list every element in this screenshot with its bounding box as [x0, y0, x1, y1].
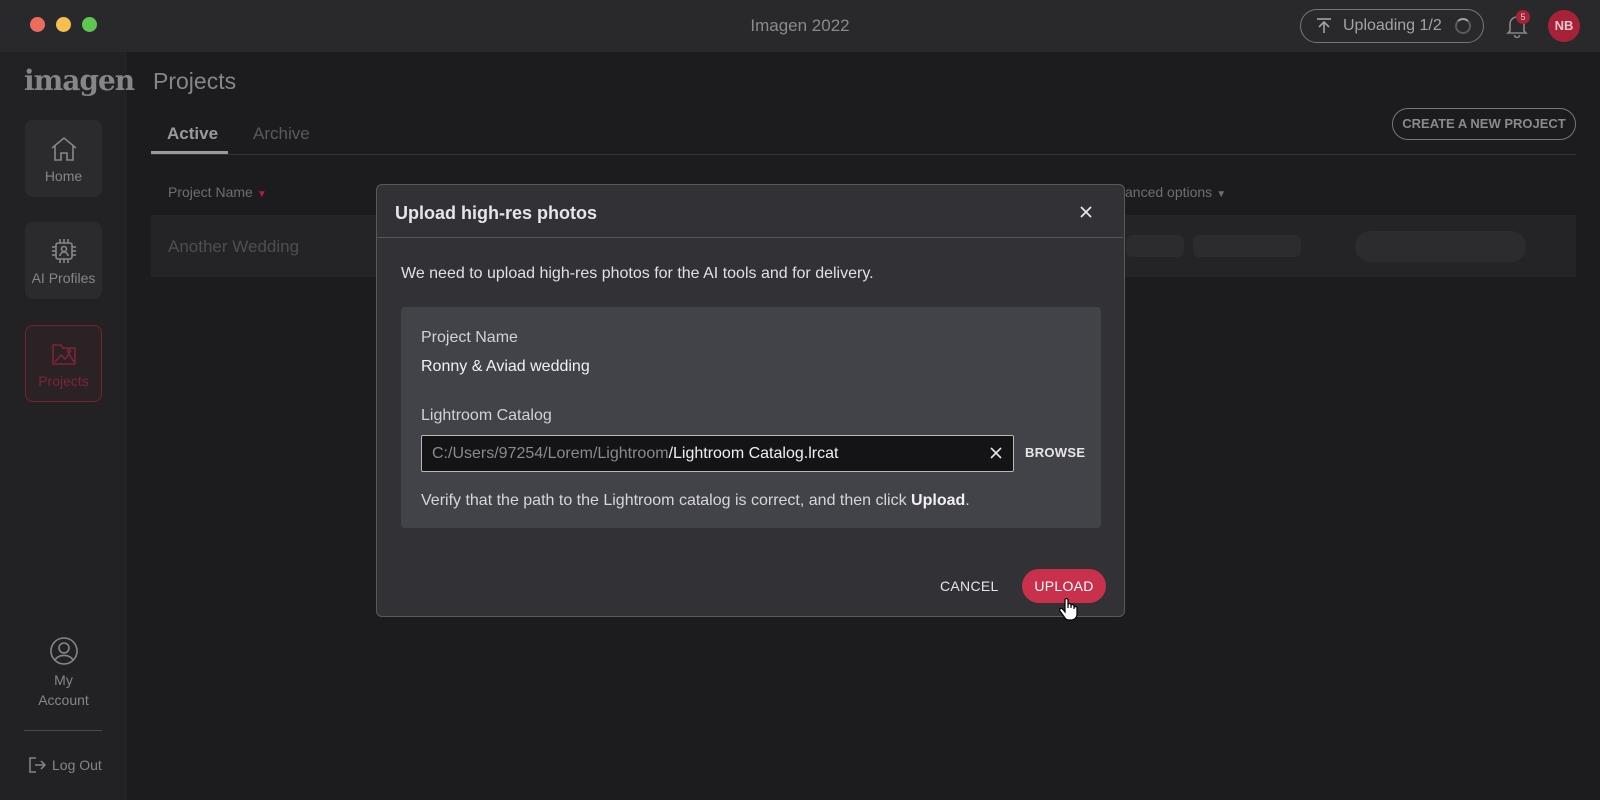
dialog-intro-text: We need to upload high-res photos for th…	[401, 265, 874, 282]
sidebar-item-label: Projects	[38, 372, 89, 389]
dialog-divider	[377, 237, 1123, 238]
upload-dialog: Upload high-res photos We need to upload…	[376, 184, 1125, 617]
column-header-project-name[interactable]: Project Name ▼	[168, 184, 267, 200]
placeholder-bar	[1193, 235, 1301, 257]
avatar[interactable]: NB	[1548, 10, 1580, 42]
sidebar-divider	[24, 730, 102, 731]
column-header-label: vanced options	[1118, 184, 1213, 200]
tabs-divider	[151, 154, 1576, 155]
hand-pointer-icon	[1059, 598, 1078, 621]
logout-icon	[29, 757, 46, 773]
project-name-cell: Another Wedding	[168, 237, 300, 256]
image-folder-icon	[51, 343, 76, 365]
account-label-line1: My	[54, 672, 73, 688]
home-icon	[50, 136, 77, 161]
cancel-button[interactable]: CANCEL	[940, 578, 999, 594]
catalog-path-directory: C:/Users/97254/Lorem/Lightroom	[432, 444, 669, 462]
logout-button[interactable]: Log Out	[28, 756, 102, 774]
column-header-advanced-options[interactable]: vanced options ▼	[1118, 184, 1226, 200]
verify-text: Verify that the path to the Lightroom ca…	[421, 492, 970, 510]
upload-arrow-icon	[1317, 18, 1331, 33]
sidebar-item-ai-profiles[interactable]: AI Profiles	[25, 222, 102, 299]
chip-icon	[51, 238, 76, 263]
close-icon[interactable]	[1077, 203, 1095, 221]
catalog-path-file: /Lightroom Catalog.lrcat	[668, 444, 839, 462]
catalog-path-input[interactable]: C:/Users/97254/Lorem/Lightroom/Lightroom…	[421, 435, 1014, 472]
spinner-icon	[1455, 18, 1471, 34]
browse-button[interactable]: BROWSE	[1025, 445, 1085, 460]
sidebar-item-label: Home	[44, 167, 83, 184]
catalog-label: Lightroom Catalog	[421, 407, 552, 424]
sidebar-item-projects[interactable]: Projects	[25, 325, 102, 402]
verify-text-suffix: .	[965, 492, 970, 509]
app-logo: imagen	[24, 64, 135, 97]
project-name-label: Project Name	[421, 329, 518, 346]
dropdown-caret-icon: ▼	[1216, 189, 1227, 200]
sidebar-item-label: AI Profiles	[31, 269, 96, 286]
create-project-button[interactable]: CREATE A NEW PROJECT	[1392, 108, 1576, 140]
verify-text-prefix: Verify that the path to the Lightroom ca…	[421, 492, 912, 509]
logout-label: Log Out	[52, 757, 102, 773]
placeholder-bar	[1126, 235, 1184, 257]
account-label-line2: Account	[38, 692, 89, 708]
project-name-value: Ronny & Aviad wedding	[421, 358, 590, 375]
title-bar: Imagen 2022 Uploading 1/2 5 NB	[0, 0, 1600, 52]
placeholder-button	[1355, 231, 1526, 262]
details-panel: Project Name Ronny & Aviad wedding Light…	[401, 307, 1101, 528]
page-title: Projects	[153, 68, 237, 94]
tab-active[interactable]: Active	[167, 124, 218, 144]
verify-text-bold: Upload	[911, 492, 966, 509]
clear-icon[interactable]	[989, 446, 1003, 460]
user-icon	[49, 637, 78, 665]
sidebar-item-my-account[interactable]: My Account	[25, 636, 102, 710]
upload-status-button[interactable]: Uploading 1/2	[1300, 9, 1484, 43]
sidebar: imagen Home AI Profiles Projects My Acco…	[0, 52, 135, 800]
sort-caret-icon: ▼	[256, 189, 267, 200]
notification-badge: 5	[1516, 10, 1530, 24]
column-header-label: Project Name	[168, 184, 253, 200]
upload-status-text: Uploading 1/2	[1343, 17, 1442, 34]
tab-archive[interactable]: Archive	[253, 124, 310, 144]
sidebar-item-home[interactable]: Home	[25, 120, 102, 197]
dialog-title: Upload high-res photos	[395, 203, 597, 223]
